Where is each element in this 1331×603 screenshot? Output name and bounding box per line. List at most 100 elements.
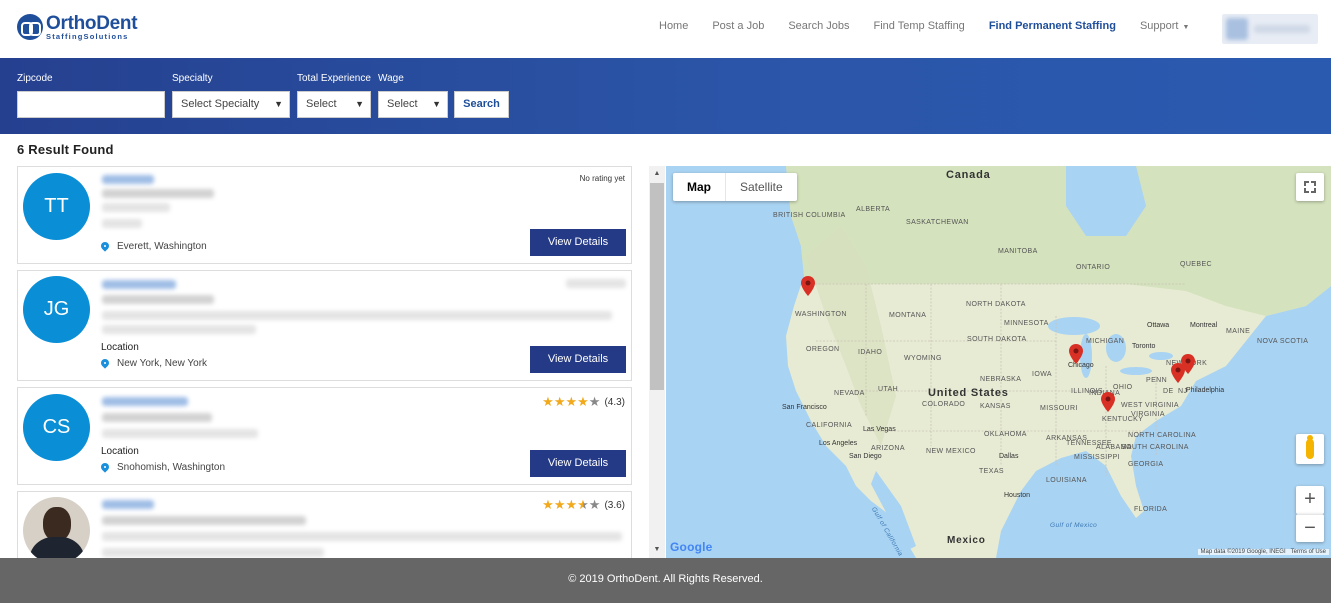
results-map[interactable]: Canada United States Mexico BRITISH COLU… — [666, 166, 1331, 558]
map-terrain — [786, 166, 1331, 558]
search-button[interactable]: Search — [454, 91, 509, 118]
candidate-summary-redacted — [102, 325, 256, 334]
map-label-british-columbia: BRITISH COLUMBIA — [773, 212, 846, 219]
view-details-button[interactable]: View Details — [530, 450, 626, 477]
map-city-toronto: Toronto — [1132, 343, 1156, 350]
scroll-up-arrow-icon[interactable]: ▲ — [649, 166, 665, 182]
map-label-utah: UTAH — [878, 386, 899, 393]
scroll-down-arrow-icon[interactable]: ▼ — [649, 542, 665, 558]
caret-down-icon: ▼ — [1182, 24, 1190, 31]
wage-label: Wage — [378, 73, 404, 84]
map-label-colorado: COLORADO — [922, 401, 966, 408]
map-type-toggle: Map Satellite — [673, 173, 797, 201]
specialty-label: Specialty — [172, 73, 213, 84]
fullscreen-icon[interactable] — [1296, 173, 1324, 201]
candidate-name-redacted[interactable] — [102, 397, 188, 406]
user-menu[interactable] — [1222, 14, 1318, 44]
select-caret-icon: ▼ — [355, 99, 364, 109]
map-marker-pin-icon[interactable] — [1171, 363, 1185, 383]
candidate-title-redacted — [102, 413, 212, 422]
scroll-thumb[interactable] — [650, 183, 664, 390]
nav-home[interactable]: Home — [659, 20, 688, 32]
specialty-select[interactable]: Select Specialty ▼ — [172, 91, 290, 118]
map-city-los-angeles: Los Angeles — [819, 440, 858, 447]
map-label-arizona: ARIZONA — [871, 445, 905, 452]
result-card: ★ ★ ★ ★ ★ (3.6) — [17, 491, 632, 558]
photo-head — [43, 507, 71, 541]
star-half-icon: ★ — [577, 497, 589, 512]
map-label-kansas: KANSAS — [980, 403, 1011, 410]
brand-subtitle: StaffingSolutions — [46, 32, 129, 41]
select-caret-icon: ▼ — [432, 99, 441, 109]
wage-select[interactable]: Select ▼ — [378, 91, 448, 118]
footer-copyright: © 2019 OrthoDent. All Rights Reserved. — [568, 573, 763, 585]
zipcode-label: Zipcode — [17, 73, 53, 84]
results-scrollbar[interactable]: ▲ ▼ — [649, 166, 665, 558]
rating-redacted — [566, 279, 626, 288]
nav-find-permanent-staffing[interactable]: Find Permanent Staffing — [989, 20, 1116, 32]
map-label-nova-scotia: NOVA SCOTIA — [1257, 338, 1309, 345]
experience-select[interactable]: Select ▼ — [297, 91, 371, 118]
rating-score: (4.3) — [604, 396, 625, 408]
zoom-out-button[interactable]: − — [1296, 514, 1324, 542]
map-label-canada: Canada — [946, 169, 991, 181]
star-full-icon: ★ — [553, 394, 566, 409]
map-label-mississippi: MISSISSIPPI — [1074, 454, 1121, 461]
map-type-map-button[interactable]: Map — [673, 173, 726, 201]
map-label-west-virginia: WEST VIRGINIA — [1121, 402, 1179, 409]
avatar: JG — [23, 276, 90, 343]
experience-select-value: Select — [306, 98, 337, 110]
street-view-pegman-icon[interactable] — [1296, 434, 1324, 464]
star-full-icon: ★ — [542, 497, 554, 512]
brand-name: OrthoDent — [46, 13, 138, 34]
google-logo-text: Google — [670, 540, 713, 554]
candidate-name-redacted[interactable] — [102, 280, 176, 289]
map-label-north-dakota: NORTH DAKOTA — [966, 301, 1026, 308]
map-city-houston: Houston — [1004, 492, 1031, 499]
map-label-united-states: United States — [928, 387, 1009, 399]
map-label-maine: MAINE — [1226, 328, 1251, 335]
map-label-michigan: MICHIGAN — [1086, 338, 1125, 345]
map-city-san-diego: San Diego — [849, 453, 882, 460]
star-full-icon: ★ — [542, 394, 554, 409]
location-pin-icon — [101, 359, 109, 369]
map-label-manitoba: MANITOBA — [998, 248, 1038, 255]
map-marker-pin-icon[interactable] — [1101, 392, 1115, 412]
map-attribution: Map data ©2019 Google, INEGI Terms of Us… — [1197, 549, 1329, 555]
map-marker-pin-icon[interactable] — [801, 276, 815, 296]
map-label-oregon: OREGON — [806, 346, 840, 353]
map-label-minnesota: MINNESOTA — [1004, 320, 1049, 327]
nav-find-temp-staffing[interactable]: Find Temp Staffing — [873, 20, 964, 32]
select-caret-icon: ▼ — [274, 99, 283, 109]
result-count: 6 Result Found — [17, 142, 114, 157]
nav-post-job[interactable]: Post a Job — [712, 20, 764, 32]
map-type-satellite-button[interactable]: Satellite — [726, 173, 797, 201]
map-marker-pin-icon[interactable] — [1069, 344, 1083, 364]
candidate-name-redacted[interactable] — [102, 175, 154, 184]
view-details-button[interactable]: View Details — [530, 346, 626, 373]
user-avatar — [1226, 18, 1248, 40]
map-label-nebraska: NEBRASKA — [980, 376, 1022, 383]
star-rating: ★ ★ ★ ★ ★ (3.6) — [542, 497, 625, 513]
candidate-name-redacted[interactable] — [102, 500, 154, 509]
map-terms-link[interactable]: Terms of Use — [1291, 549, 1326, 555]
map-city-las-vegas: Las Vegas — [863, 426, 896, 433]
nav-search-jobs[interactable]: Search Jobs — [788, 20, 849, 32]
map-attribution-text: Map data ©2019 Google, INEGI — [1200, 549, 1286, 555]
location-pin-icon — [101, 463, 109, 473]
zipcode-input[interactable] — [17, 91, 165, 118]
nav-support[interactable]: Support ▼ — [1140, 20, 1189, 32]
map-label-wyoming: WYOMING — [904, 355, 942, 362]
map-label-quebec: QUEBEC — [1180, 261, 1212, 268]
map-label-idaho: IDAHO — [858, 349, 883, 356]
avatar-photo — [23, 497, 90, 558]
zoom-in-button[interactable]: + — [1296, 486, 1324, 514]
photo-body — [29, 537, 85, 558]
brand-logo[interactable]: OrthoDent StaffingSolutions — [17, 13, 138, 41]
candidate-summary-redacted — [102, 548, 324, 557]
map-label-louisiana: LOUISIANA — [1046, 477, 1087, 484]
map-label-mexico: Mexico — [947, 535, 986, 546]
view-details-button[interactable]: View Details — [530, 229, 626, 256]
location-label: Location — [101, 446, 139, 457]
map-label-alberta: ALBERTA — [856, 206, 891, 213]
